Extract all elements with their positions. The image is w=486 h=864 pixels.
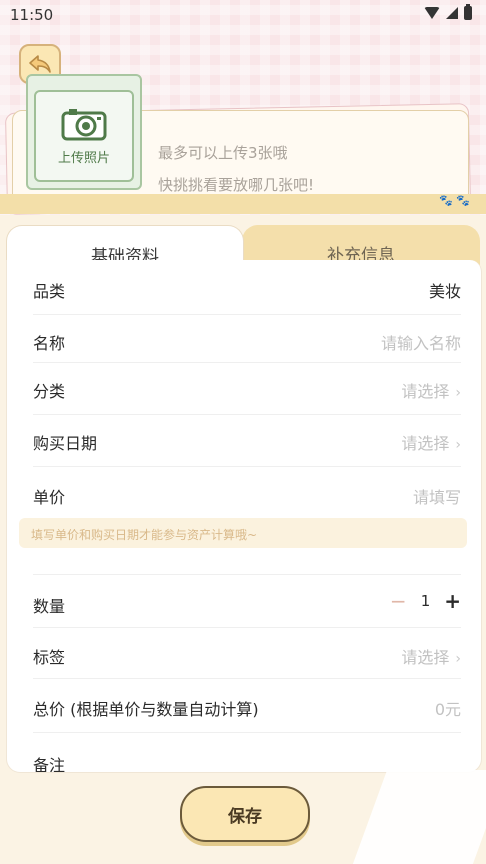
total-label: 总价 (根据单价与数量自动计算) xyxy=(33,700,259,719)
name-row: 名称 请输入名称 xyxy=(33,314,461,363)
quantity-minus-button[interactable]: − xyxy=(390,589,407,613)
paw-prints-icon: 🐾 🐾 xyxy=(439,194,470,207)
chevron-right-icon: › xyxy=(455,651,461,667)
unit-price-label: 单价 xyxy=(33,488,66,507)
category-row[interactable]: 品类 美妆 xyxy=(33,260,461,315)
quantity-label: 数量 xyxy=(33,597,66,616)
price-hint-banner: 填写单价和购买日期才能参与资产计算哦~ xyxy=(19,518,467,548)
classify-label: 分类 xyxy=(33,382,66,401)
form-card: 品类 美妆 名称 请输入名称 分类 请选择 › 购买日期 请选择 › 单价 请填写 … xyxy=(6,260,482,773)
status-time: 11:50 xyxy=(10,6,54,24)
upload-photo-label: 上传照片 xyxy=(57,150,110,166)
wifi-icon xyxy=(424,7,440,19)
status-icons xyxy=(424,4,472,20)
tags-label: 标签 xyxy=(33,648,66,667)
signal-icon xyxy=(446,7,458,19)
price-hint-text: 填写单价和购买日期才能参与资产计算哦~ xyxy=(31,528,258,542)
quantity-stepper: − 1 + xyxy=(390,589,461,613)
battery-icon xyxy=(464,4,472,20)
remark-label: 备注 xyxy=(33,756,66,773)
category-value: 美妆 xyxy=(428,282,461,301)
tags-selector[interactable]: 请选择 › xyxy=(401,644,461,668)
upload-tip-line1: 最多可以上传3张哦 xyxy=(158,144,288,162)
classify-row[interactable]: 分类 请选择 › xyxy=(33,362,461,415)
purchase-date-label: 购买日期 xyxy=(33,434,98,453)
name-label: 名称 xyxy=(33,334,66,353)
total-row: 总价 (根据单价与数量自动计算) 0元 xyxy=(33,678,461,733)
classify-value: 请选择 xyxy=(401,382,450,401)
purchase-date-selector[interactable]: 请选择 › xyxy=(401,430,461,454)
remark-row[interactable]: 备注 xyxy=(33,732,461,773)
quantity-plus-button[interactable]: + xyxy=(444,589,461,613)
chevron-right-icon: › xyxy=(455,437,461,453)
name-input[interactable]: 请输入名称 xyxy=(381,330,461,354)
classify-selector[interactable]: 请选择 › xyxy=(401,378,461,402)
upload-tip-line2: 快挑挑看要放哪几张吧! xyxy=(158,176,315,194)
tags-row[interactable]: 标签 请选择 › xyxy=(33,626,461,679)
quantity-value[interactable]: 1 xyxy=(421,592,431,610)
save-button[interactable]: 保存 xyxy=(180,786,310,842)
status-bar: 11:50 xyxy=(0,0,486,32)
upload-photo-inner[interactable]: 上传照片 xyxy=(34,90,134,182)
quantity-row: 数量 − 1 + xyxy=(33,574,461,628)
unit-price-row: 单价 请填写 xyxy=(33,466,461,518)
category-label: 品类 xyxy=(33,282,66,301)
upload-photo-button[interactable]: 上传照片 xyxy=(26,74,142,190)
chevron-right-icon: › xyxy=(455,385,461,401)
save-button-label: 保存 xyxy=(228,806,262,827)
camera-icon xyxy=(61,108,107,140)
purchase-date-row[interactable]: 购买日期 请选择 › xyxy=(33,414,461,467)
purchase-date-value: 请选择 xyxy=(401,434,450,453)
tags-value: 请选择 xyxy=(401,648,450,667)
decorative-corner xyxy=(352,770,486,864)
total-value: 0元 xyxy=(434,700,461,719)
unit-price-input[interactable]: 请填写 xyxy=(413,484,461,508)
decorative-strip xyxy=(0,194,486,214)
back-arrow-icon xyxy=(29,55,51,73)
